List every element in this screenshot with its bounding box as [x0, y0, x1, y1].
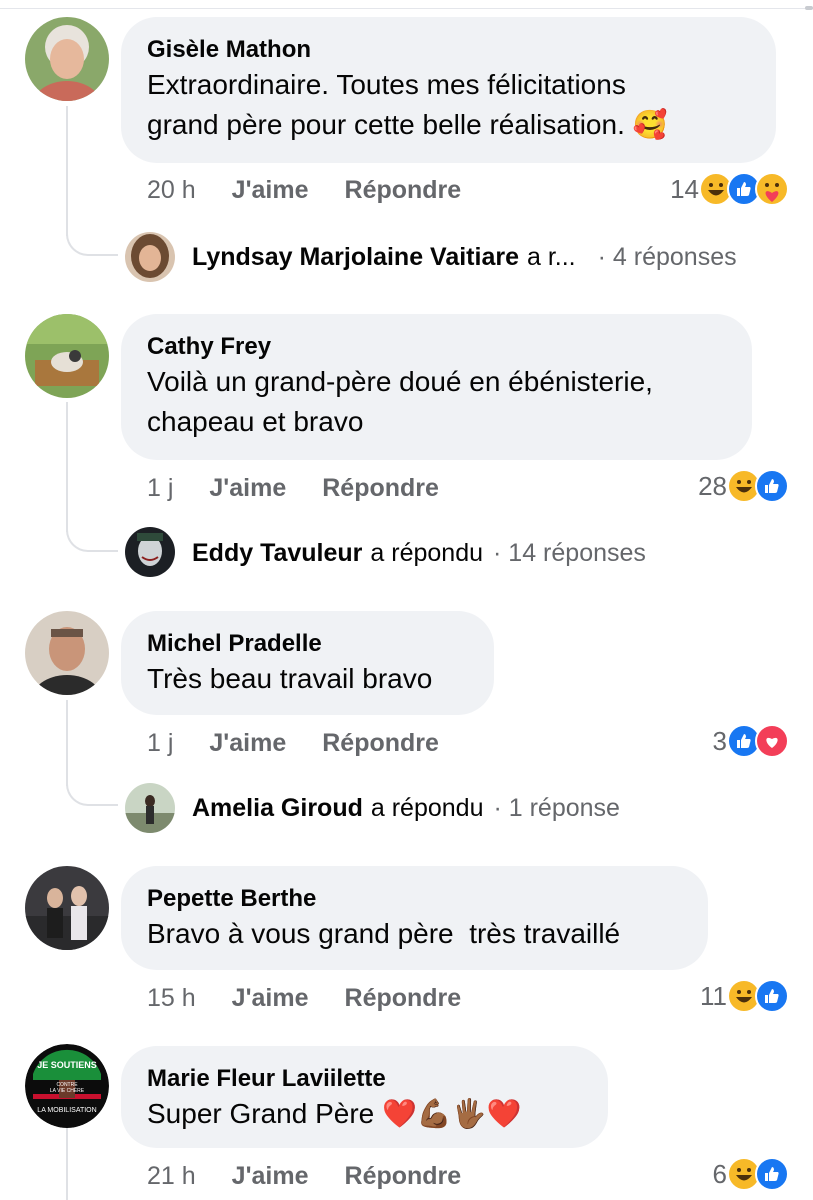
scroll-indicator: [805, 6, 813, 10]
comment-time[interactable]: 20 h: [147, 176, 196, 205]
comment-time[interactable]: 15 h: [147, 984, 196, 1013]
like-button[interactable]: J'aime: [209, 729, 286, 758]
like-icon: [755, 469, 789, 503]
badge-text: JE SOUTIENS: [37, 1060, 97, 1070]
like-button[interactable]: J'aime: [232, 176, 309, 205]
badge-text: LA VIE CHÈRE: [50, 1087, 85, 1094]
reply-verb: a répondu: [370, 793, 484, 822]
like-button[interactable]: J'aime: [232, 984, 309, 1013]
avatar[interactable]: JE SOUTIENS CONTRE LA VIE CHÈRE LA MOBIL…: [25, 1044, 109, 1128]
comment-bubble[interactable]: Cathy Frey Voilà un grand-père doué en é…: [121, 314, 752, 460]
thread-line: [66, 1126, 68, 1200]
love-icon: [755, 724, 789, 758]
reply-button[interactable]: Répondre: [345, 1162, 462, 1191]
comment-bubble[interactable]: Michel Pradelle Très beau travail bravo: [121, 611, 494, 715]
comment-bubble[interactable]: Pepette Berthe Bravo à vous grand père t…: [121, 866, 708, 970]
avatar[interactable]: [25, 17, 109, 101]
comment-author[interactable]: Michel Pradelle: [147, 629, 468, 659]
reaction-count: 11: [700, 980, 727, 1011]
reply-avatar[interactable]: [125, 783, 175, 833]
reaction-count: 3: [712, 725, 727, 756]
badge-text: LA MOBILISATION: [37, 1107, 96, 1114]
reply-avatar[interactable]: [125, 527, 175, 577]
comment-actions: 21 h J'aime Répondre: [147, 1159, 497, 1193]
thread-line: [66, 106, 68, 236]
comment-text: chapeau et bravo: [147, 406, 364, 437]
replies-link[interactable]: Amelia Giroud a répondu · 1 réponse: [192, 790, 620, 826]
replies-link[interactable]: Eddy Tavuleur a répondu · 14 réponses: [192, 535, 646, 571]
comment-author[interactable]: Pepette Berthe: [147, 884, 682, 914]
comment-time[interactable]: 1 j: [147, 474, 173, 503]
reply-verb: a r...: [527, 242, 576, 271]
reply-count: · 1 réponse: [493, 793, 620, 822]
avatar[interactable]: [25, 866, 109, 950]
comment-author[interactable]: Marie Fleur Laviilette: [147, 1064, 582, 1094]
top-divider: [0, 8, 813, 9]
comment-actions: 20 h J'aime Répondre: [147, 173, 497, 207]
comment-bubble[interactable]: Marie Fleur Laviilette Super Grand Père …: [121, 1046, 608, 1148]
thread-connector: [66, 530, 118, 552]
thread-line: [66, 700, 68, 786]
reaction-summary[interactable]: 3: [713, 723, 789, 759]
avatar[interactable]: [25, 314, 109, 398]
replies-link[interactable]: Lyndsay Marjolaine Vaitiare a r... · 4 r…: [192, 239, 737, 275]
avatar[interactable]: [25, 611, 109, 695]
reaction-count: 6: [712, 1158, 727, 1189]
comment-time[interactable]: 21 h: [147, 1162, 196, 1191]
care-icon: [755, 172, 789, 206]
reply-author[interactable]: Eddy Tavuleur: [192, 539, 362, 568]
reply-author[interactable]: Amelia Giroud: [192, 794, 363, 823]
comment-text: Très beau travail bravo: [147, 663, 433, 694]
comment-time[interactable]: 1 j: [147, 729, 173, 758]
comment-text: Extraordinaire. Toutes mes félicitations: [147, 69, 626, 100]
comment-author[interactable]: Gisèle Mathon: [147, 35, 750, 65]
reply-count: · 14 réponses: [493, 538, 646, 567]
reaction-summary[interactable]: 28: [698, 468, 789, 504]
like-icon: [755, 979, 789, 1013]
like-button[interactable]: J'aime: [232, 1162, 309, 1191]
comment-text: Super Grand Père ❤️💪🏾🖐🏾❤️: [147, 1098, 522, 1129]
comment-actions: 1 j J'aime Répondre: [147, 471, 475, 505]
reply-author[interactable]: Lyndsay Marjolaine Vaitiare: [192, 243, 519, 272]
comment-text: grand père pour cette belle réalisation.…: [147, 109, 668, 140]
reply-avatar[interactable]: [125, 232, 175, 282]
like-icon: [755, 1157, 789, 1191]
thread-connector: [66, 234, 118, 256]
reply-count: · 4 réponses: [597, 242, 737, 271]
thread-connector: [66, 784, 118, 806]
reply-verb: a répondu: [370, 538, 484, 567]
reaction-summary[interactable]: 11: [700, 978, 789, 1014]
comment-text: Bravo à vous grand père très travaillé: [147, 918, 621, 949]
comment-actions: 1 j J'aime Répondre: [147, 726, 475, 760]
reply-button[interactable]: Répondre: [322, 474, 439, 503]
comment-bubble[interactable]: Gisèle Mathon Extraordinaire. Toutes mes…: [121, 17, 776, 163]
comment-text: Voilà un grand-père doué en ébénisterie,: [147, 366, 653, 397]
comment-author[interactable]: Cathy Frey: [147, 332, 726, 362]
reaction-count: 14: [670, 173, 699, 204]
reaction-count: 28: [698, 470, 727, 501]
comment-actions: 15 h J'aime Répondre: [147, 981, 497, 1015]
reply-button[interactable]: Répondre: [345, 176, 462, 205]
reply-button[interactable]: Répondre: [322, 729, 439, 758]
reply-button[interactable]: Répondre: [345, 984, 462, 1013]
reaction-summary[interactable]: 6: [713, 1156, 789, 1192]
like-button[interactable]: J'aime: [209, 474, 286, 503]
thread-line: [66, 402, 68, 532]
reaction-summary[interactable]: 14: [670, 171, 789, 207]
